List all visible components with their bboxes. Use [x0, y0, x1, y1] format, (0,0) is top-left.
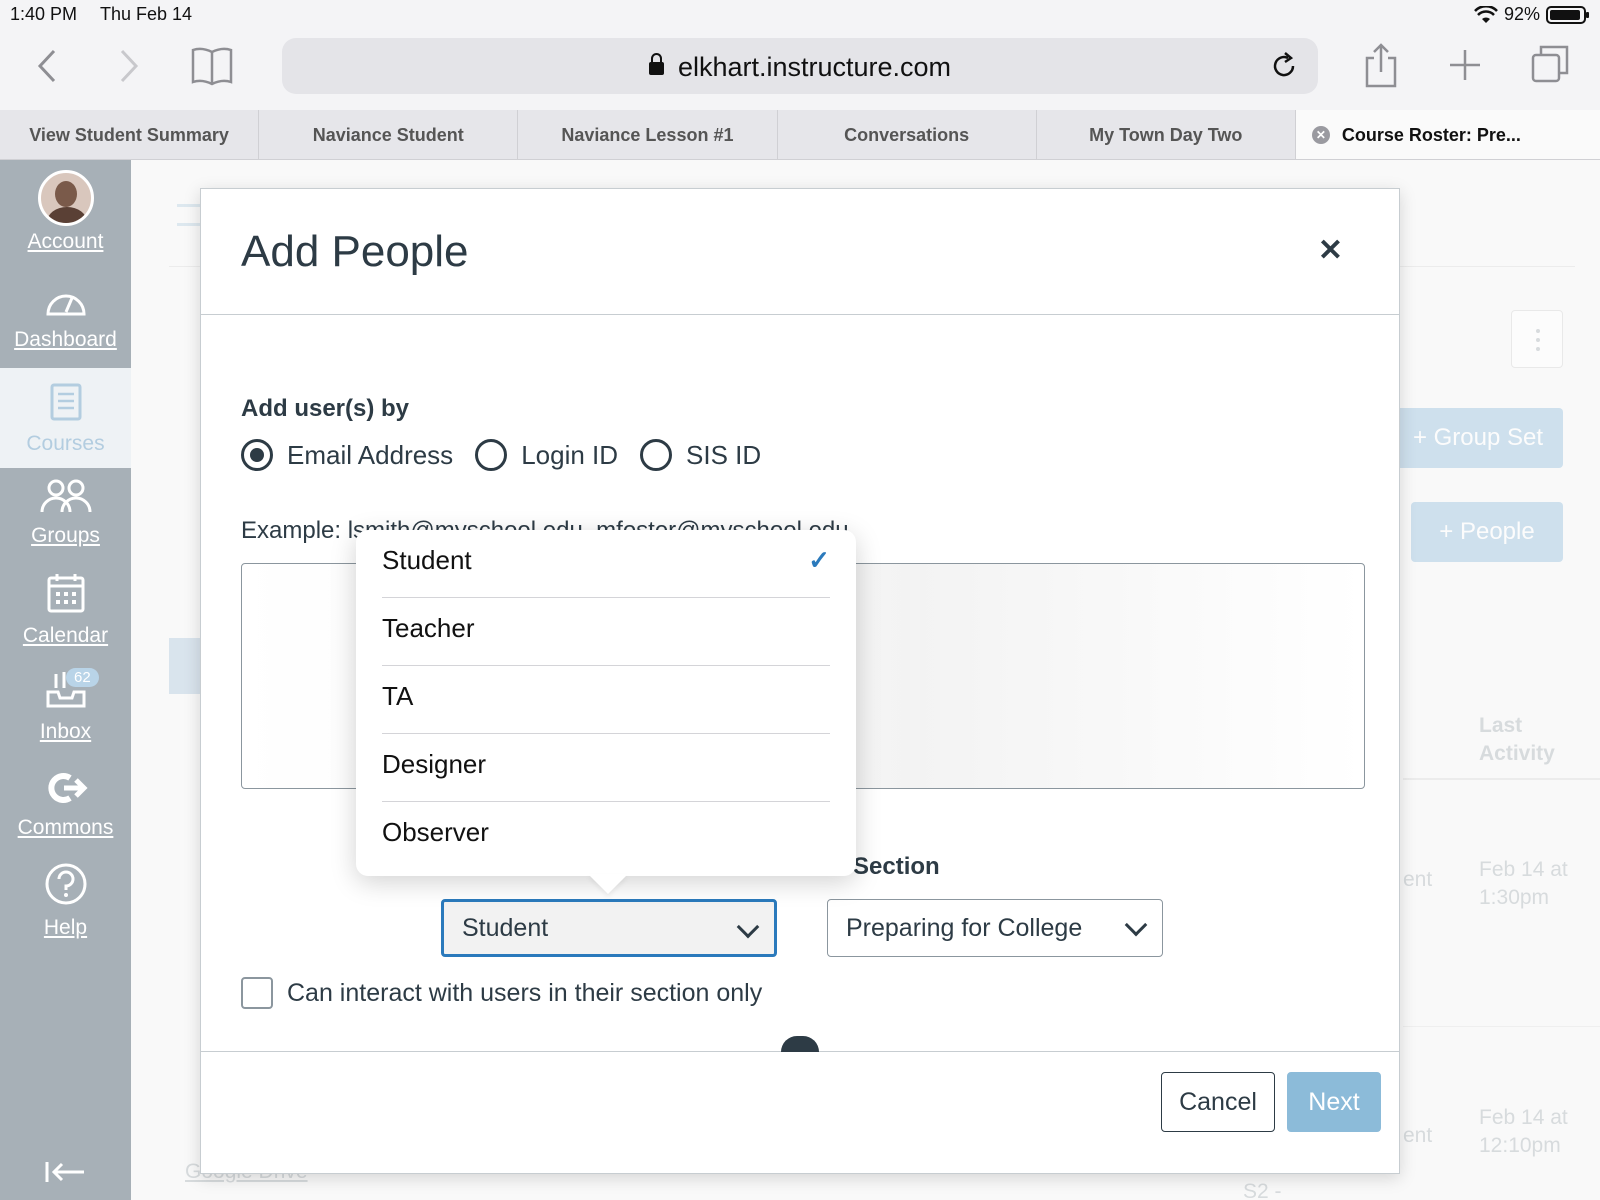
- role-option-teacher[interactable]: Teacher: [382, 598, 830, 666]
- courses-icon: [50, 383, 81, 421]
- status-date: Thu Feb 14: [100, 4, 193, 24]
- add-by-label: Add user(s) by: [241, 395, 410, 422]
- role-option-designer[interactable]: Designer: [382, 734, 830, 802]
- nav-dashboard[interactable]: Dashboard: [0, 284, 131, 352]
- nav-inbox-label: Inbox: [39, 720, 92, 743]
- close-tab-icon[interactable]: ✕: [1311, 126, 1330, 144]
- nav-commons-label: Commons: [17, 816, 114, 839]
- forward-icon[interactable]: [118, 48, 140, 84]
- radio-login-icon[interactable]: [475, 439, 508, 471]
- nav-help[interactable]: Help: [0, 862, 131, 940]
- checkmark-icon: ✓: [808, 545, 830, 575]
- nav-calendar[interactable]: Calendar: [0, 572, 131, 648]
- scroll-indicator: [781, 1036, 819, 1052]
- nav-calendar-label: Calendar: [22, 624, 109, 647]
- modal-title: Add People: [241, 227, 469, 276]
- role-option-observer[interactable]: Observer: [382, 802, 830, 870]
- tab-course-roster[interactable]: ✕ Course Roster: Pre...: [1295, 110, 1600, 159]
- nav-account[interactable]: Account: [0, 170, 131, 254]
- section-only-label: Can interact with users in their section…: [287, 978, 763, 1007]
- nav-courses-label: Courses: [26, 432, 105, 455]
- nav-help-label: Help: [43, 916, 88, 939]
- role-option-student[interactable]: Student ✓: [382, 530, 830, 598]
- role-option-observer-label: Observer: [382, 817, 489, 847]
- browser-tabs: View Student Summary Naviance Student Na…: [0, 110, 1600, 160]
- status-time: 1:40 PM: [10, 4, 78, 24]
- next-button[interactable]: Next: [1287, 1072, 1381, 1132]
- modal-header: Add People ✕: [201, 189, 1399, 315]
- chevron-down-icon: [1124, 913, 1148, 937]
- radio-email-label: Email Address: [287, 439, 454, 470]
- bookmarks-icon[interactable]: [190, 46, 234, 86]
- popover-arrow: [588, 874, 628, 894]
- radio-sis-id[interactable]: SIS ID: [640, 439, 761, 471]
- section-heading: Section: [853, 853, 940, 880]
- calendar-icon: [47, 574, 84, 613]
- share-icon[interactable]: [1364, 42, 1398, 88]
- chevron-down-icon: [736, 915, 760, 939]
- radio-email-address[interactable]: Email Address: [241, 439, 453, 471]
- tabs-overview-icon[interactable]: [1530, 44, 1570, 84]
- groups-icon: [40, 479, 91, 513]
- collapse-nav-icon[interactable]: [44, 1160, 86, 1184]
- tab-my-town-day-two[interactable]: My Town Day Two: [1037, 110, 1296, 159]
- tab-naviance-student[interactable]: Naviance Student: [259, 110, 519, 159]
- role-option-designer-label: Designer: [382, 749, 487, 779]
- close-icon[interactable]: ✕: [1318, 233, 1343, 268]
- back-icon[interactable]: [36, 48, 58, 84]
- browser-toolbar: elkhart.instructure.com: [0, 30, 1600, 110]
- role-select[interactable]: Student: [441, 899, 777, 957]
- address-bar[interactable]: elkhart.instructure.com: [282, 38, 1318, 94]
- reload-icon[interactable]: [1270, 52, 1298, 80]
- tab-view-student-summary[interactable]: View Student Summary: [0, 110, 260, 159]
- battery-icon: [1546, 5, 1589, 24]
- role-dropdown-popover: Student ✓ Teacher TA Designer Observer: [356, 530, 856, 876]
- nav-inbox[interactable]: 62 Inbox: [0, 668, 131, 744]
- nav-groups[interactable]: Groups: [0, 478, 131, 548]
- url-value: elkhart.instructure.com: [677, 52, 952, 82]
- radio-email-icon[interactable]: [241, 439, 273, 471]
- cancel-button[interactable]: Cancel: [1161, 1072, 1275, 1132]
- section-select-value: Preparing for College: [846, 914, 1083, 942]
- modal-footer: Cancel Next: [201, 1036, 1399, 1173]
- role-option-ta-label: TA: [382, 681, 414, 711]
- tab-naviance-lesson[interactable]: Naviance Lesson #1: [518, 110, 778, 159]
- inbox-badge: 62: [66, 668, 99, 687]
- role-option-ta[interactable]: TA: [382, 666, 830, 734]
- tab-course-roster-label: Course Roster: Pre...: [1341, 125, 1521, 145]
- status-right: 92%: [1474, 4, 1589, 25]
- nav-courses[interactable]: Courses: [0, 368, 131, 468]
- url-text: elkhart.instructure.com: [282, 52, 1318, 83]
- lock-icon: [648, 53, 664, 75]
- section-only-checkbox-row[interactable]: Can interact with users in their section…: [241, 977, 762, 1009]
- section-select[interactable]: Preparing for College: [827, 899, 1163, 957]
- avatar: [37, 170, 94, 226]
- role-option-student-label: Student: [382, 545, 472, 575]
- role-option-teacher-label: Teacher: [382, 613, 475, 643]
- nav-dashboard-label: Dashboard: [14, 328, 117, 351]
- nav-groups-label: Groups: [31, 524, 100, 547]
- dashboard-icon: [45, 294, 86, 316]
- nav-commons[interactable]: Commons: [0, 770, 131, 840]
- wifi-icon: [1474, 5, 1498, 23]
- nav-account-label: Account: [27, 230, 104, 253]
- global-nav: Account Dashboard Courses Groups Calenda…: [0, 160, 131, 1200]
- add-by-radio-group: Email Address Login ID SIS ID: [241, 439, 783, 471]
- role-select-value: Student: [462, 914, 549, 942]
- radio-login-id[interactable]: Login ID: [475, 439, 618, 471]
- battery-percent: 92%: [1503, 4, 1540, 24]
- commons-icon: [47, 773, 88, 803]
- radio-sis-icon[interactable]: [640, 439, 673, 471]
- tab-conversations[interactable]: Conversations: [778, 110, 1037, 159]
- new-tab-icon[interactable]: [1448, 48, 1482, 82]
- section-only-checkbox[interactable]: [241, 977, 273, 1009]
- radio-sis-label: SIS ID: [686, 439, 762, 470]
- radio-login-label: Login ID: [521, 439, 619, 470]
- help-icon: [45, 863, 86, 905]
- status-bar: 1:40 PM Thu Feb 14 92%: [0, 0, 1600, 30]
